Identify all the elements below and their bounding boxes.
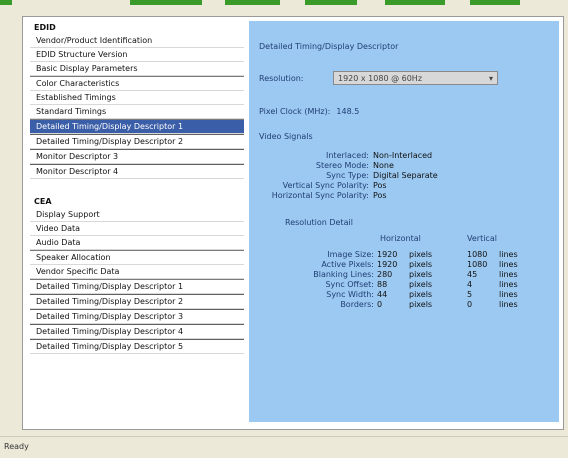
status-text: Ready	[4, 442, 29, 451]
resolution-cell-hu: pixels	[409, 300, 433, 309]
signal-key: Interlaced:	[326, 151, 369, 160]
list-item[interactable]: Speaker Allocation	[30, 250, 244, 265]
pixel-clock-value: 148.5	[336, 107, 360, 116]
video-signals-list: Interlaced: Non-Interlaced Stereo Mode: Non…	[259, 151, 549, 201]
col-horizontal: Horizontal	[380, 234, 421, 243]
list-item[interactable]: EDID Structure Version	[30, 48, 244, 62]
tab-indicator	[470, 0, 520, 5]
tab-indicator	[225, 0, 280, 5]
signal-key: Sync Type:	[326, 171, 369, 180]
resolution-cell-vu: lines	[499, 270, 518, 279]
signal-key: Stereo Mode:	[315, 161, 369, 170]
pixel-clock: Pixel Clock (MHz): 148.5	[259, 107, 359, 116]
resolution-cell-hu: pixels	[409, 250, 433, 259]
section-header-edid: EDID	[34, 23, 56, 32]
resolution-row: Active Pixels: 1920 pixels 1080 lines	[259, 260, 559, 270]
resolution-cell-label: Borders:	[340, 300, 374, 309]
resolution-row: Sync Offset: 88 pixels 4 lines	[259, 280, 559, 290]
list-item[interactable]: Standard Timings	[30, 105, 244, 119]
resolution-cell-hu: pixels	[409, 280, 433, 289]
list-item[interactable]: Detailed Timing/Display Descriptor 2	[30, 134, 244, 149]
detail-title: Detailed Timing/Display Descriptor	[259, 42, 399, 51]
pixel-clock-label: Pixel Clock (MHz):	[259, 107, 331, 116]
resolution-cell-v: 1080	[467, 250, 488, 259]
list-item[interactable]: Video Data	[30, 222, 244, 236]
signal-value: Pos	[373, 191, 387, 200]
resolution-cell-h: 44	[377, 290, 388, 299]
tab-indicator	[0, 0, 12, 5]
resolution-cell-label: Sync Offset:	[325, 280, 374, 289]
resolution-cell-vu: lines	[499, 260, 518, 269]
resolution-value: 1920 x 1080 @ 60Hz	[338, 74, 423, 83]
resolution-cell-h: 0	[377, 300, 383, 309]
tab-indicator	[130, 0, 202, 5]
resolution-cell-h: 88	[377, 280, 388, 289]
list-item[interactable]: Detailed Timing/Display Descriptor 3	[30, 309, 244, 324]
list-item[interactable]: Vendor Specific Data	[30, 265, 244, 279]
tab-indicator	[305, 0, 357, 5]
list-item[interactable]: Monitor Descriptor 3	[30, 149, 244, 164]
list-item[interactable]: Basic Display Parameters	[30, 62, 244, 76]
resolution-cell-vu: lines	[499, 290, 518, 299]
col-vertical: Vertical	[467, 234, 497, 243]
detail-panel: Detailed Timing/Display Descriptor Resol…	[249, 21, 559, 422]
status-bar: Ready	[0, 436, 568, 458]
list-item[interactable]: Detailed Timing/Display Descriptor 5	[30, 339, 244, 354]
resolution-table: Image Size: 1920 pixels 1080 lines Active Pix…	[259, 250, 559, 310]
list-item[interactable]: Audio Data	[30, 236, 244, 250]
descriptor-list: EDID Vendor/Product Identification EDID S…	[30, 21, 244, 425]
resolution-cell-label: Active Pixels:	[321, 260, 374, 269]
resolution-cell-vu: lines	[499, 300, 518, 309]
resolution-cell-v: 1080	[467, 260, 488, 269]
signal-value: Digital Separate	[373, 171, 438, 180]
resolution-cell-h: 1920	[377, 260, 398, 269]
chevron-down-icon: ▾	[488, 74, 493, 83]
resolution-cell-vu: lines	[499, 280, 518, 289]
signal-row: Stereo Mode: None	[259, 161, 549, 171]
resolution-cell-v: 45	[467, 270, 478, 279]
resolution-detail-heading: Resolution Detail	[285, 218, 353, 227]
resolution-cell-vu: lines	[499, 250, 518, 259]
signal-value: None	[373, 161, 394, 170]
signal-value: Pos	[373, 181, 387, 190]
resolution-cell-v: 5	[467, 290, 473, 299]
resolution-cell-hu: pixels	[409, 270, 433, 279]
list-item[interactable]: Monitor Descriptor 4	[30, 164, 244, 179]
resolution-cell-label: Sync Width:	[326, 290, 374, 299]
list-item[interactable]: Detailed Timing/Display Descriptor 1	[30, 279, 244, 294]
resolution-cell-label: Blanking Lines:	[313, 270, 374, 279]
list-item[interactable]: Detailed Timing/Display Descriptor 2	[30, 294, 244, 309]
signal-key: Vertical Sync Polarity:	[282, 181, 369, 190]
section-header-cea: CEA	[34, 197, 52, 206]
video-signals-heading: Video Signals	[259, 132, 313, 141]
signal-row: Interlaced: Non-Interlaced	[259, 151, 549, 161]
resolution-row: Borders: 0 pixels 0 lines	[259, 300, 559, 310]
list-item[interactable]: Color Characteristics	[30, 76, 244, 91]
list-item[interactable]: Vendor/Product Identification	[30, 34, 244, 48]
resolution-cell-hu: pixels	[409, 260, 433, 269]
resolution-cell-h: 280	[377, 270, 393, 279]
resolution-cell-v: 4	[467, 280, 473, 289]
resolution-row: Blanking Lines: 280 pixels 45 lines	[259, 270, 559, 280]
signal-key: Horizontal Sync Polarity:	[271, 191, 369, 200]
signal-row: Horizontal Sync Polarity: Pos	[259, 191, 549, 201]
signal-row: Sync Type: Digital Separate	[259, 171, 549, 181]
resolution-cell-label: Image Size:	[327, 250, 374, 259]
list-item[interactable]: Display Support	[30, 208, 244, 222]
tab-indicator	[385, 0, 445, 5]
resolution-row: Sync Width: 44 pixels 5 lines	[259, 290, 559, 300]
resolution-cell-hu: pixels	[409, 290, 433, 299]
resolution-cell-h: 1920	[377, 250, 398, 259]
top-tab-strip	[0, 0, 568, 5]
resolution-cell-v: 0	[467, 300, 473, 309]
list-item[interactable]: Detailed Timing/Display Descriptor 4	[30, 324, 244, 339]
resolution-label: Resolution:	[259, 74, 304, 83]
list-item[interactable]: Detailed Timing/Display Descriptor 1	[30, 119, 244, 134]
signal-value: Non-Interlaced	[373, 151, 433, 160]
resolution-select[interactable]: 1920 x 1080 @ 60Hz ▾	[333, 71, 498, 85]
signal-row: Vertical Sync Polarity: Pos	[259, 181, 549, 191]
list-item[interactable]: Established Timings	[30, 91, 244, 105]
resolution-row: Image Size: 1920 pixels 1080 lines	[259, 250, 559, 260]
